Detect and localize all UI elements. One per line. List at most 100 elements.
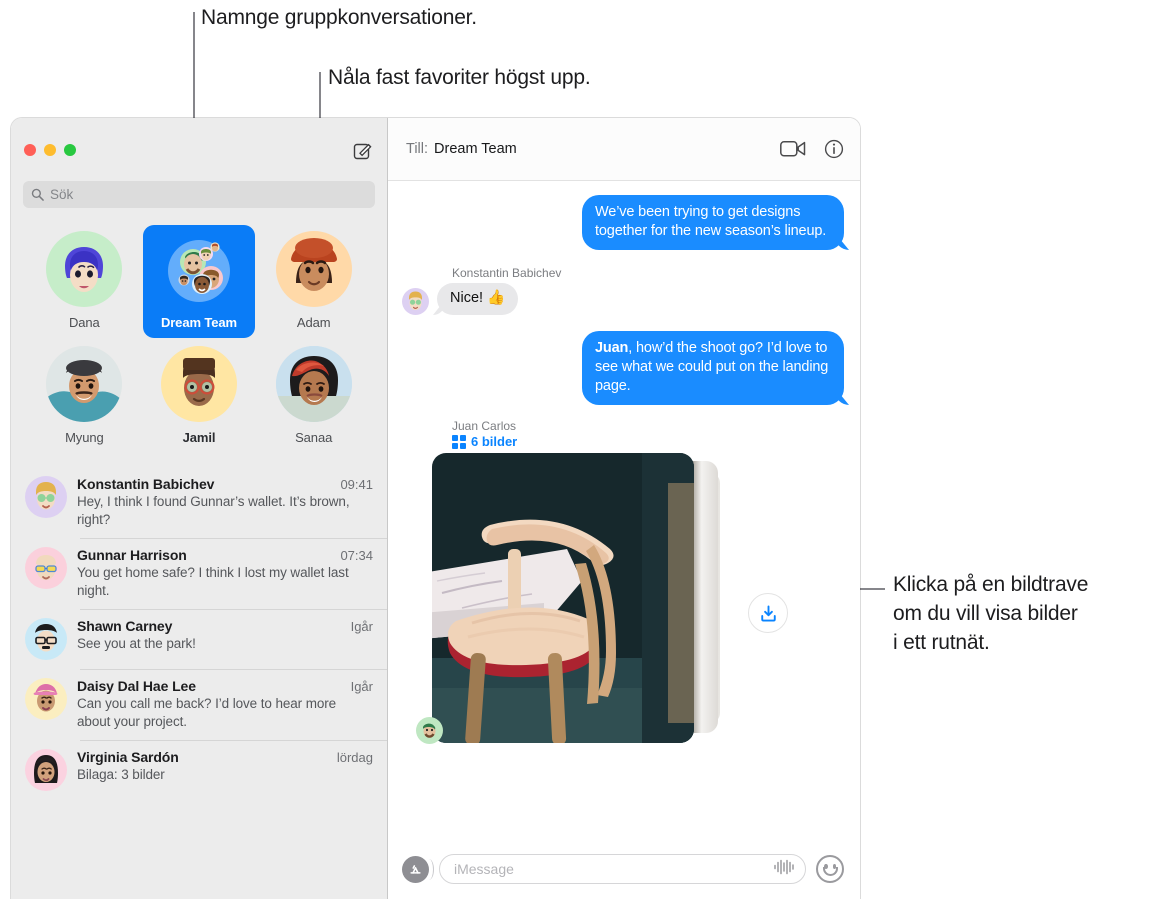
video-camera-icon	[780, 141, 806, 157]
message-input-placeholder: iMessage	[454, 861, 514, 877]
conversation-row[interactable]: Virginia Sardón lördag Bilaga: 3 bilder	[11, 740, 387, 800]
callout-photo-stack: Klicka på en bildtrave om du vill visa b…	[893, 570, 1088, 657]
callout-photo-stack-line3: i ett rutnät.	[893, 631, 990, 654]
pinned-item-adam[interactable]: Adam	[258, 225, 370, 338]
recipient-label: Till:	[406, 141, 429, 157]
sidebar: Sök Dana Dream Team Adam Myung Jamil San…	[11, 118, 388, 899]
message-list: We’ve been trying to get designs togethe…	[388, 181, 860, 839]
message-group-incoming: Konstantin Babichev Nice! 👍	[402, 266, 844, 315]
pinned-item-myung[interactable]: Myung	[28, 340, 140, 453]
avatar	[160, 346, 237, 422]
conversation-body: Daisy Dal Hae Lee Igår Can you call me b…	[77, 678, 373, 731]
compose-icon	[353, 143, 372, 160]
conversation-row[interactable]: Shawn Carney Igår See you at the park!	[11, 609, 387, 669]
avatar	[275, 346, 352, 422]
avatar	[275, 231, 352, 307]
conversation-time: 07:34	[340, 548, 373, 563]
pinned-label: Dana	[68, 315, 100, 330]
close-button[interactable]	[24, 143, 36, 156]
avatar	[25, 547, 67, 589]
conversation-list: Konstantin Babichev 09:41 Hey, I think I…	[11, 463, 387, 899]
search-container: Sök	[11, 181, 387, 219]
facetime-button[interactable]	[780, 140, 806, 158]
conversation-row[interactable]: Konstantin Babichev 09:41 Hey, I think I…	[11, 467, 387, 538]
minimize-button[interactable]	[44, 143, 56, 156]
conversation-body: Shawn Carney Igår See you at the park!	[77, 618, 373, 660]
message-bubble-outgoing[interactable]: Juan, how’d the shoot go? I’d love to se…	[582, 331, 844, 405]
avatar	[416, 717, 443, 744]
conversation-body: Gunnar Harrison 07:34 You get home safe?…	[77, 547, 373, 600]
sidebar-titlebar	[11, 118, 387, 181]
mention: Juan	[595, 340, 629, 356]
avatar	[25, 618, 67, 660]
callout-photo-stack-line2: om du vill visa bilder	[893, 602, 1078, 625]
pinned-item-dream-team[interactable]: Dream Team	[142, 225, 255, 338]
chat-pane: Till: Dream Team We’ve been trying to ge…	[388, 118, 860, 899]
conversation-preview: See you at the park!	[77, 636, 196, 651]
info-circle-icon	[824, 139, 844, 159]
conversation-name: Konstantin Babichev	[77, 476, 215, 492]
emoji-button[interactable]	[816, 855, 844, 883]
conversation-row[interactable]: Daisy Dal Hae Lee Igår Can you call me b…	[11, 669, 387, 740]
pinned-label: Sanaa	[295, 430, 333, 445]
group-avatar	[160, 231, 237, 307]
conversation-name: Gunnar Harrison	[77, 547, 187, 563]
message-input[interactable]: iMessage	[439, 854, 806, 884]
conversation-time: lördag	[336, 750, 373, 765]
message-bubble-outgoing[interactable]: We’ve been trying to get designs togethe…	[582, 195, 844, 250]
pinned-conversations: Dana Dream Team Adam Myung Jamil Sanaa	[11, 219, 387, 463]
conversation-name: Daisy Dal Hae Lee	[77, 678, 196, 694]
conversation-name: Shawn Carney	[77, 618, 173, 634]
search-icon	[31, 188, 44, 201]
compose-button[interactable]	[349, 136, 377, 164]
conversation-time: 09:41	[340, 477, 373, 492]
avatar	[46, 231, 123, 307]
message-composer: iMessage	[388, 839, 860, 899]
avatar	[25, 678, 67, 720]
conversation-name: Virginia Sardón	[77, 749, 179, 765]
conversation-time: Igår	[350, 679, 373, 694]
conversation-body: Virginia Sardón lördag Bilaga: 3 bilder	[77, 749, 373, 791]
recipient-name[interactable]: Dream Team	[434, 141, 517, 157]
app-store-icon	[410, 864, 421, 874]
audio-waveform-icon	[774, 859, 794, 874]
photo-stack-count[interactable]: 6 bilder	[452, 434, 844, 449]
pinned-item-jamil[interactable]: Jamil	[143, 340, 255, 453]
message-sender-name: Konstantin Babichev	[452, 266, 562, 280]
pinned-item-dana[interactable]: Dana	[28, 225, 140, 338]
conversation-row[interactable]: Gunnar Harrison 07:34 You get home safe?…	[11, 538, 387, 609]
window-controls	[24, 143, 76, 156]
pinned-label: Dream Team	[160, 315, 238, 330]
photo-stack-count-label: 6 bilder	[471, 434, 518, 449]
conversation-time: Igår	[350, 619, 373, 634]
conversation-preview: Hey, I think I found Gunnar’s wallet. It…	[77, 494, 350, 527]
messages-window: Sök Dana Dream Team Adam Myung Jamil San…	[11, 118, 860, 899]
photo-stack[interactable]	[416, 453, 844, 748]
message-bubble-incoming[interactable]: Nice! 👍	[437, 283, 519, 315]
download-button[interactable]	[748, 593, 788, 633]
avatar	[25, 749, 67, 791]
conversation-preview: Bilaga: 3 bilder	[77, 767, 165, 782]
callout-name-groups: Namnge gruppkonversationer.	[201, 6, 477, 29]
pinned-item-sanaa[interactable]: Sanaa	[258, 340, 370, 453]
avatar	[25, 476, 67, 518]
apps-button[interactable]	[402, 855, 434, 883]
callout-photo-stack-line1: Klicka på en bildtrave	[893, 573, 1089, 596]
conversation-body: Konstantin Babichev 09:41 Hey, I think I…	[77, 476, 373, 529]
avatar	[402, 288, 429, 315]
pinned-label: Myung	[65, 430, 104, 445]
photo-stack-top-image[interactable]	[432, 453, 694, 743]
search-input[interactable]: Sök	[23, 181, 375, 208]
conversation-preview: Can you call me back? I’d love to hear m…	[77, 696, 337, 729]
zoom-button[interactable]	[64, 143, 76, 156]
download-icon	[760, 605, 776, 621]
pinned-label: Jamil	[182, 430, 216, 445]
grid-icon	[452, 434, 466, 449]
pinned-label: Adam	[296, 315, 331, 330]
photo-stack-sender: Juan Carlos	[452, 419, 517, 433]
avatar	[46, 346, 123, 422]
conversation-preview: You get home safe? I think I lost my wal…	[77, 565, 349, 598]
callout-pin-favorites: Nåla fast favoriter högst upp.	[328, 66, 591, 89]
audio-message-button[interactable]	[773, 858, 795, 881]
details-button[interactable]	[824, 139, 844, 159]
